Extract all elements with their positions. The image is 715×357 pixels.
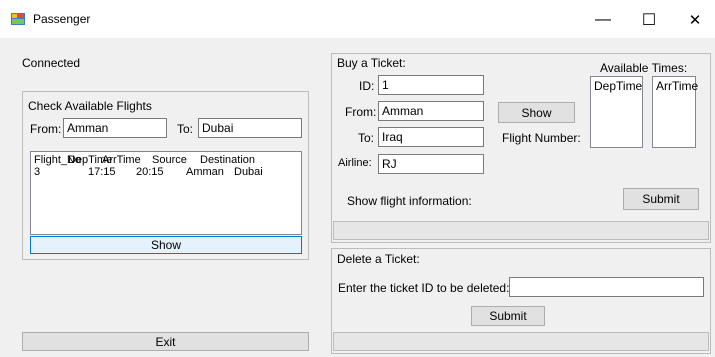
check-flights-title: Check Available Flights — [28, 99, 152, 113]
deptime-list[interactable]: DepTime — [590, 76, 643, 148]
buy-status-bar — [333, 221, 709, 240]
ticket-id-label: ID: — [359, 79, 375, 93]
close-button[interactable]: ✕ — [672, 6, 715, 34]
ticket-to-input[interactable]: Iraq — [378, 127, 484, 147]
flights-from-input[interactable]: Amman — [63, 118, 167, 138]
show-times-button[interactable]: Show — [498, 102, 575, 123]
ticket-from-input[interactable]: Amman — [378, 101, 484, 121]
window-title: Passenger — [33, 12, 91, 26]
listview-header: Flight_No DepTime ArrTime Source Destina… — [34, 154, 301, 166]
arrtime-list[interactable]: ArrTime — [652, 76, 699, 148]
ticket-airline-input[interactable]: RJ — [378, 154, 484, 174]
flights-to-label: To: — [177, 122, 194, 136]
flights-from-label: From: — [30, 122, 62, 136]
cell-flight-no: 3 — [34, 166, 41, 178]
col-header-arrtime: ArrTime — [102, 154, 141, 166]
app-icon — [11, 13, 25, 25]
buy-submit-button[interactable]: Submit — [623, 188, 699, 210]
deptime-header: DepTime — [594, 79, 643, 93]
ticket-airline-label: Airline: — [338, 157, 372, 169]
connection-status: Connected — [22, 56, 81, 70]
table-row[interactable]: 3 17:15 20:15 Amman Dubai — [34, 166, 301, 178]
col-header-flight-no: Flight_No — [34, 154, 82, 166]
exit-button[interactable]: Exit — [22, 332, 309, 351]
delete-status-bar — [333, 332, 709, 351]
delete-submit-button[interactable]: Submit — [471, 306, 545, 326]
show-info-label: Show flight information: — [347, 194, 472, 208]
ticket-from-label: From: — [345, 105, 377, 119]
col-header-deptime: DepTime — [68, 154, 113, 166]
available-times-label: Available Times: — [600, 61, 688, 75]
maximize-button[interactable]: ☐ — [626, 6, 672, 34]
cell-destination: Dubai — [234, 166, 263, 178]
delete-id-input[interactable] — [509, 277, 704, 297]
delete-ticket-title: Delete a Ticket: — [337, 252, 420, 266]
cell-deptime: 17:15 — [88, 166, 116, 178]
flight-number-label: Flight Number: — [502, 131, 581, 145]
cell-source: Amman — [186, 166, 224, 178]
ticket-to-label: To: — [358, 131, 375, 145]
show-flights-button[interactable]: Show — [30, 236, 302, 254]
cell-arrtime: 20:15 — [136, 166, 164, 178]
col-header-destination: Destination — [200, 154, 256, 166]
arrtime-header: ArrTime — [656, 79, 699, 93]
delete-prompt-label: Enter the ticket ID to be deleted: — [338, 281, 510, 295]
col-header-source: Source — [152, 154, 187, 166]
ticket-id-input[interactable]: 1 — [378, 75, 484, 95]
flights-listview[interactable]: Flight_No DepTime ArrTime Source Destina… — [30, 151, 302, 235]
minimize-button[interactable]: — — [580, 6, 626, 34]
flights-to-input[interactable]: Dubai — [198, 118, 302, 138]
buy-ticket-title: Buy a Ticket: — [337, 56, 406, 70]
